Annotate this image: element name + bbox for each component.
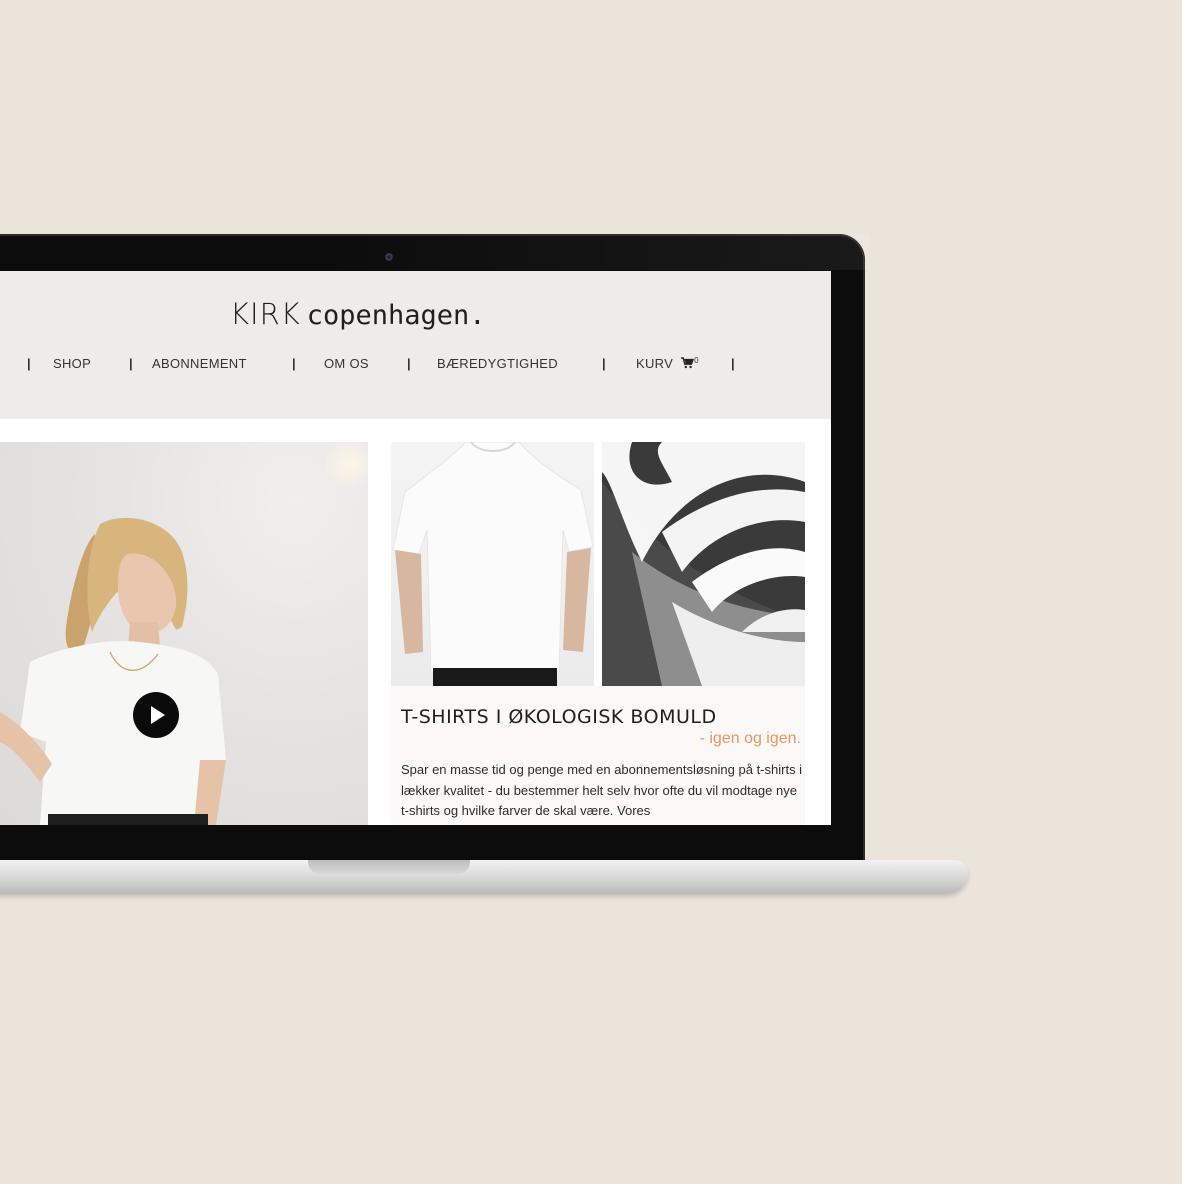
- nav-kurv[interactable]: KURV 0: [636, 356, 699, 372]
- laptop-base: [0, 860, 968, 894]
- product-info-card: T-SHIRTS I ØKOLOGISK BOMULD - igen og ig…: [391, 686, 805, 825]
- laptop-hinge: [308, 860, 470, 874]
- hero-woman-image: [0, 442, 368, 825]
- product-title: T-SHIRTS I ØKOLOGISK BOMULD: [401, 706, 717, 728]
- white-tshirt-image[interactable]: [391, 442, 594, 686]
- nav-baeredygtighed[interactable]: BÆREDYGTIGHED: [437, 356, 558, 371]
- white-tshirt-graphic: [392, 442, 594, 686]
- hero-video[interactable]: [0, 442, 368, 825]
- laptop-screen: KIRK copenhagen. | SHOP | ABONNEMENT | OM…: [0, 271, 831, 825]
- webcam-icon: [386, 254, 392, 260]
- logo-brand: KIRK: [230, 297, 301, 331]
- hangers-graphic: [602, 442, 805, 686]
- nav-om-os[interactable]: OM OS: [324, 356, 369, 371]
- hangers-image[interactable]: [602, 442, 805, 686]
- logo-city: copenhagen.: [306, 300, 486, 331]
- product-description: Spar en masse tid og penge med en abonne…: [401, 762, 803, 818]
- nav-separator: |: [129, 356, 133, 371]
- site-logo[interactable]: KIRK copenhagen.: [230, 297, 486, 331]
- nav-separator: |: [731, 356, 735, 371]
- nav-separator: |: [27, 356, 31, 371]
- nav-shop[interactable]: SHOP: [53, 356, 91, 371]
- nav-separator: |: [407, 356, 411, 371]
- nav-separator: |: [602, 356, 606, 371]
- cart-icon: [681, 357, 695, 372]
- nav-kurv-label: KURV: [636, 356, 674, 371]
- site-header: KIRK copenhagen. | SHOP | ABONNEMENT | OM…: [0, 271, 831, 419]
- play-icon[interactable]: [133, 692, 179, 738]
- nav-abonnement[interactable]: ABONNEMENT: [152, 356, 247, 371]
- cart-count: 0: [694, 356, 699, 365]
- product-subtitle: - igen og igen.: [699, 730, 801, 747]
- nav-separator: |: [292, 356, 296, 371]
